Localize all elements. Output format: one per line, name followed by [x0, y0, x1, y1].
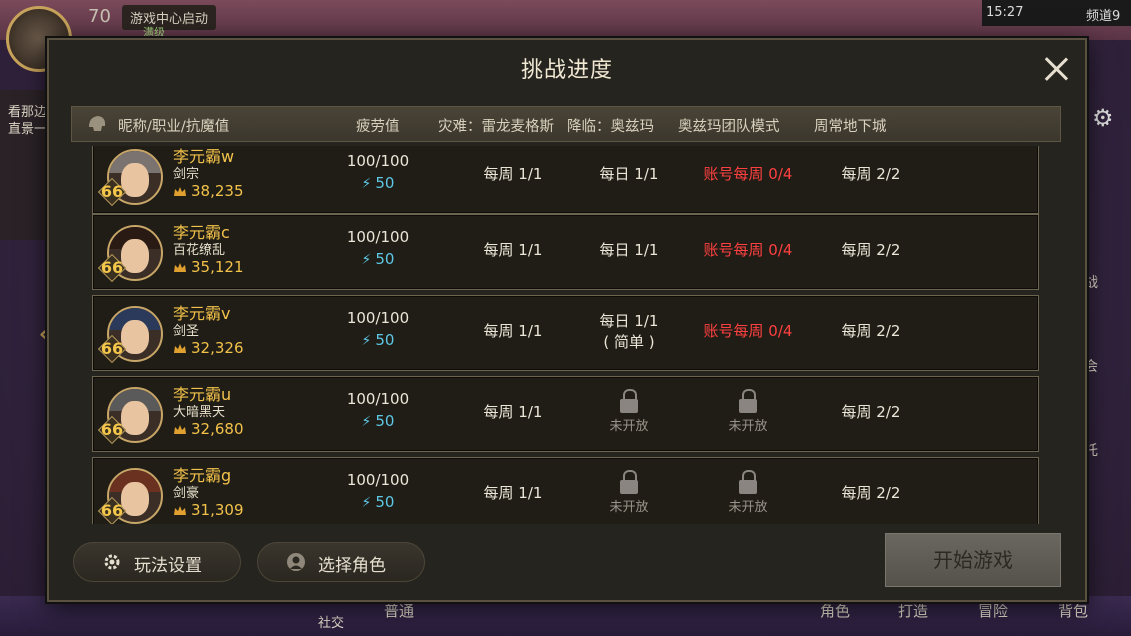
nav-bag[interactable]: 背包	[1058, 600, 1088, 621]
fatigue-value: 100/100	[346, 228, 410, 246]
character-row[interactable]: 66 李元霸u 大暗黑天 32,680 100/100 ⚡ 50 每周 1/1 未…	[92, 376, 1039, 452]
header-fatigue: 疲劳值	[356, 119, 400, 135]
lock-icon	[738, 470, 758, 494]
helmet-icon	[89, 116, 106, 131]
character-row[interactable]: 66 李元霸v 剑圣 32,326 100/100 ⚡ 50 每周 1/1 每日 …	[92, 295, 1039, 371]
character-job: 百花缭乱	[173, 243, 226, 258]
start-game-button[interactable]: 开始游戏	[885, 533, 1061, 587]
raid-locked: 未开放	[683, 389, 813, 434]
level-badge: 66	[97, 253, 127, 283]
select-character-label: 选择角色	[318, 556, 386, 576]
level-badge: 66	[97, 496, 127, 524]
descent-locked: 未开放	[579, 389, 679, 434]
raid-progress: 账号每周 0/4	[703, 241, 793, 259]
energy-value: ⚡ 50	[361, 331, 395, 349]
anti-magic-value: 38,235	[191, 182, 244, 200]
level-badge: 66	[97, 177, 127, 207]
character-job: 剑宗	[173, 167, 200, 182]
character-row[interactable]: 66 李元霸g 剑豪 31,309 100/100 ⚡ 50 每周 1/1 未开放…	[92, 457, 1039, 524]
gear-icon	[104, 554, 120, 570]
lock-icon	[619, 389, 639, 413]
close-icon[interactable]	[1041, 54, 1071, 84]
calamity-progress: 每周 1/1	[483, 165, 543, 183]
character-job: 剑豪	[173, 486, 200, 501]
weekly-dungeon-progress: 每周 2/2	[841, 241, 901, 259]
lightning-icon: ⚡	[361, 333, 372, 349]
header-descent: 降临：奥兹玛	[567, 119, 654, 135]
table-header: 昵称/职业/抗魔值 疲劳值 灾难：雷龙麦格斯 降临：奥兹玛 奥兹玛团队模式 周常…	[71, 106, 1061, 142]
select-character-button[interactable]: 选择角色	[257, 542, 425, 582]
energy-value: ⚡ 50	[361, 493, 395, 511]
descent-progress: 每日 1/1	[599, 165, 659, 183]
raid-locked: 未开放	[683, 470, 813, 515]
player-level: 70	[88, 6, 111, 27]
status-time: 15:27	[986, 5, 1024, 20]
header-weekly: 周常地下城	[814, 119, 887, 135]
nav-character[interactable]: 角色	[820, 600, 850, 621]
challenge-progress-dialog: 挑战进度 昵称/职业/抗魔值 疲劳值 灾难：雷龙麦格斯 降临：奥兹玛 奥兹玛团队…	[47, 38, 1087, 602]
lightning-icon: ⚡	[361, 495, 372, 511]
calamity-progress: 每周 1/1	[483, 322, 543, 340]
header-name: 昵称/职业/抗魔值	[118, 119, 230, 135]
fatigue-value: 100/100	[346, 390, 410, 408]
nav-craft[interactable]: 打造	[898, 600, 928, 621]
play-settings-button[interactable]: 玩法设置	[73, 542, 241, 582]
raid-progress: 账号每周 0/4	[703, 322, 793, 340]
weekly-dungeon-progress: 每周 2/2	[841, 403, 901, 421]
lock-icon	[738, 389, 758, 413]
weekly-dungeon-progress: 每周 2/2	[841, 484, 901, 502]
status-bar: 15:27 频道9	[982, 0, 1131, 26]
weekly-dungeon-progress: 每周 2/2	[841, 165, 901, 183]
header-raid: 奥兹玛团队模式	[678, 119, 780, 135]
character-row[interactable]: 66 李元霸c 百花缭乱 35,121 100/100 ⚡ 50 每周 1/1 每…	[92, 214, 1039, 290]
anti-magic-value: 35,121	[191, 258, 244, 276]
calamity-progress: 每周 1/1	[483, 484, 543, 502]
level-badge: 66	[97, 415, 127, 445]
crown-icon	[174, 344, 186, 353]
anti-magic-value: 32,326	[191, 339, 244, 357]
bottom-nav-bar	[0, 596, 1131, 636]
descent-locked: 未开放	[579, 470, 679, 515]
character-job: 剑圣	[173, 324, 200, 339]
crown-icon	[174, 506, 186, 515]
descent-progress: 每日 1/1	[599, 241, 659, 259]
calamity-progress: 每周 1/1	[483, 403, 543, 421]
crown-icon	[174, 263, 186, 272]
fatigue-value: 100/100	[346, 471, 410, 489]
weekly-dungeon-progress: 每周 2/2	[841, 322, 901, 340]
anti-magic-value: 31,309	[191, 501, 244, 519]
anti-magic-value: 32,680	[191, 420, 244, 438]
left-side-text: 看那边 直景一	[8, 105, 48, 137]
energy-value: ⚡ 50	[361, 250, 395, 268]
character-icon	[287, 553, 305, 571]
nav-adventure[interactable]: 冒险	[978, 600, 1008, 621]
settings-gear-icon[interactable]: ⚙	[1092, 104, 1114, 132]
channel-label: 频道9	[1086, 9, 1121, 24]
header-calamity: 灾难：雷龙麦格斯	[438, 119, 554, 135]
dialog-title: 挑战进度	[520, 58, 613, 83]
descent-progress: 每日 1/1 ( 简单 )	[599, 312, 659, 351]
lightning-icon: ⚡	[361, 414, 372, 430]
raid-progress: 账号每周 0/4	[703, 165, 793, 183]
level-badge: 66	[97, 334, 127, 364]
nav-normal[interactable]: 普通	[384, 600, 414, 621]
character-list[interactable]: 66 李元霸w 剑宗 38,235 100/100 ⚡ 50 每周 1/1 每日 …	[89, 146, 1045, 524]
character-row[interactable]: 66 李元霸w 剑宗 38,235 100/100 ⚡ 50 每周 1/1 每日 …	[92, 146, 1039, 214]
crown-icon	[174, 425, 186, 434]
play-settings-label: 玩法设置	[134, 556, 202, 576]
lock-icon	[619, 470, 639, 494]
calamity-progress: 每周 1/1	[483, 241, 543, 259]
fatigue-value: 100/100	[346, 309, 410, 327]
lightning-icon: ⚡	[361, 176, 372, 192]
energy-value: ⚡ 50	[361, 174, 395, 192]
game-center-button[interactable]: 游戏中心启动	[122, 5, 217, 30]
crown-icon	[174, 187, 186, 196]
fatigue-value: 100/100	[346, 152, 410, 170]
nav-social[interactable]: 社交	[318, 612, 344, 631]
lightning-icon: ⚡	[361, 252, 372, 268]
character-job: 大暗黑天	[173, 405, 226, 420]
energy-value: ⚡ 50	[361, 412, 395, 430]
